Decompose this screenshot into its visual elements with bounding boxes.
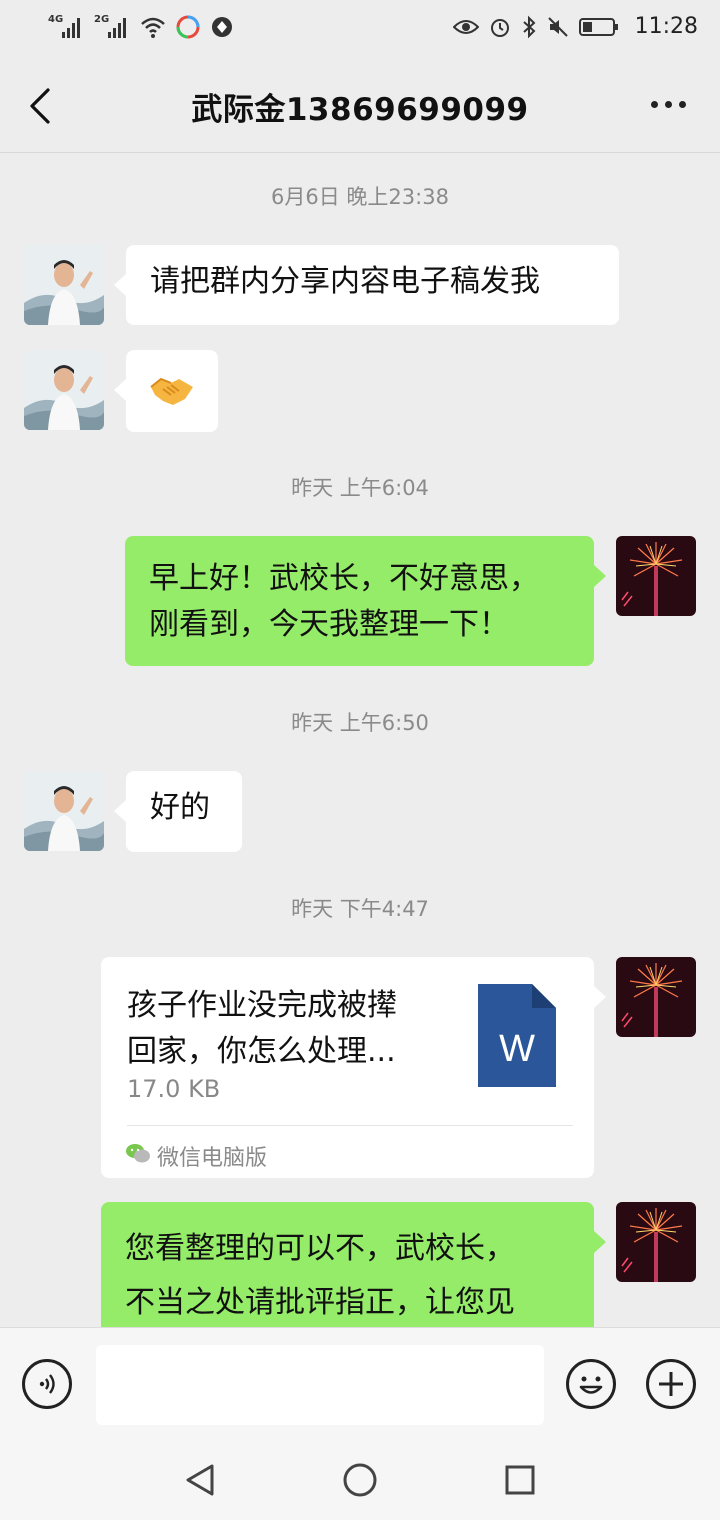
bubble-tail (594, 1231, 606, 1253)
my-avatar[interactable] (616, 536, 696, 616)
more-button[interactable] (640, 82, 696, 126)
system-nav-bar (0, 1440, 720, 1520)
plus-icon (659, 1372, 683, 1396)
app-notification-icon (176, 15, 200, 39)
divider (127, 1125, 573, 1126)
my-avatar[interactable] (616, 1202, 696, 1282)
bubble-tail (594, 565, 606, 587)
file-name-line: 回家，你怎么处理... (127, 1034, 396, 1069)
battery-icon (578, 17, 618, 36)
voice-icon (39, 1374, 55, 1394)
chat-area[interactable]: 6月6日 晚上23:38 请把群内分享内容电子稿发我 昨天 上午6:04 早上好… (0, 153, 720, 1327)
signal-2g-icon: 2G (94, 14, 130, 40)
message-text-line: 早上好！武校长，不好意思， (149, 561, 539, 596)
message-text-line: 刚看到，今天我整理一下！ (149, 607, 509, 642)
timestamp: 昨天 上午6:50 (291, 711, 429, 735)
message-bubble-out[interactable]: 早上好！武校长，不好意思， 刚看到，今天我整理一下！ (125, 536, 594, 666)
status-bar: 4G 2G 11:28 (0, 0, 720, 58)
timestamp: 昨天 上午6:04 (291, 476, 429, 500)
input-bar (0, 1327, 720, 1441)
status-left: 4G 2G (48, 14, 234, 40)
message-text-line: 您看整理的可以不，武校长， (125, 1231, 515, 1266)
bubble-tail (594, 986, 606, 1008)
clock: 11:28 (634, 14, 698, 39)
message-bubble-out[interactable]: 您看整理的可以不，武校长， 不当之处请批评指正，让您见 (101, 1202, 594, 1327)
file-name-line: 孩子作业没完成被撵 (127, 988, 397, 1023)
my-avatar[interactable] (616, 957, 696, 1037)
bubble-tail (114, 379, 126, 401)
file-source: 微信电脑版 (157, 1146, 268, 1171)
message-bubble-in[interactable]: 请把群内分享内容电子稿发我 (126, 245, 619, 325)
file-size: 17.0 KB (127, 1075, 221, 1103)
message-text: 请把群内分享内容电子稿发我 (150, 264, 540, 299)
contact-avatar[interactable] (24, 771, 104, 851)
contact-avatar[interactable] (24, 245, 104, 325)
emoji-button[interactable] (566, 1359, 616, 1409)
message-bubble-in[interactable]: 好的 (126, 771, 242, 852)
message-text: 好的 (150, 790, 210, 825)
file-name: 孩子作业没完成被撵 回家，你怎么处理... (127, 983, 457, 1075)
handshake-emoji-icon (150, 377, 193, 405)
word-file-letter: W (499, 1028, 535, 1070)
wechat-small-icon (126, 1144, 150, 1163)
more-dot (678, 100, 686, 108)
chat-title: 武际金13869699099 (191, 92, 529, 128)
more-dot (664, 100, 672, 108)
status-right: 11:28 (452, 14, 698, 39)
timestamp: 6月6日 晚上23:38 (271, 185, 449, 209)
contact-avatar[interactable] (24, 350, 104, 430)
voice-button[interactable] (22, 1359, 72, 1409)
app-notification-2-icon (212, 17, 232, 37)
more-dots-icon (650, 100, 658, 108)
message-input[interactable] (96, 1345, 544, 1425)
chat-header: 武际金13869699099 (0, 58, 720, 153)
word-file-icon: W (478, 984, 556, 1087)
smiley-icon (579, 1376, 603, 1394)
bluetooth-icon (522, 15, 536, 38)
wifi-icon (141, 17, 165, 38)
file-message-card[interactable]: 孩子作业没完成被撵 回家，你怎么处理... 17.0 KB W 微信电脑版 (101, 957, 594, 1178)
bubble-tail (114, 800, 126, 822)
circle-home-icon[interactable] (342, 1462, 378, 1498)
plus-button[interactable] (646, 1359, 696, 1409)
square-recents-icon[interactable] (504, 1464, 536, 1496)
eye-icon (452, 19, 479, 34)
signal-4g-icon: 4G (48, 14, 84, 40)
triangle-back-icon[interactable] (184, 1462, 218, 1498)
message-bubble-in[interactable] (126, 350, 218, 432)
alarm-icon (490, 18, 509, 37)
mute-icon (547, 16, 568, 37)
bubble-tail (114, 274, 126, 296)
message-text-line: 不当之处请批评指正，让您见 (125, 1285, 515, 1320)
timestamp: 昨天 下午4:47 (291, 897, 429, 921)
